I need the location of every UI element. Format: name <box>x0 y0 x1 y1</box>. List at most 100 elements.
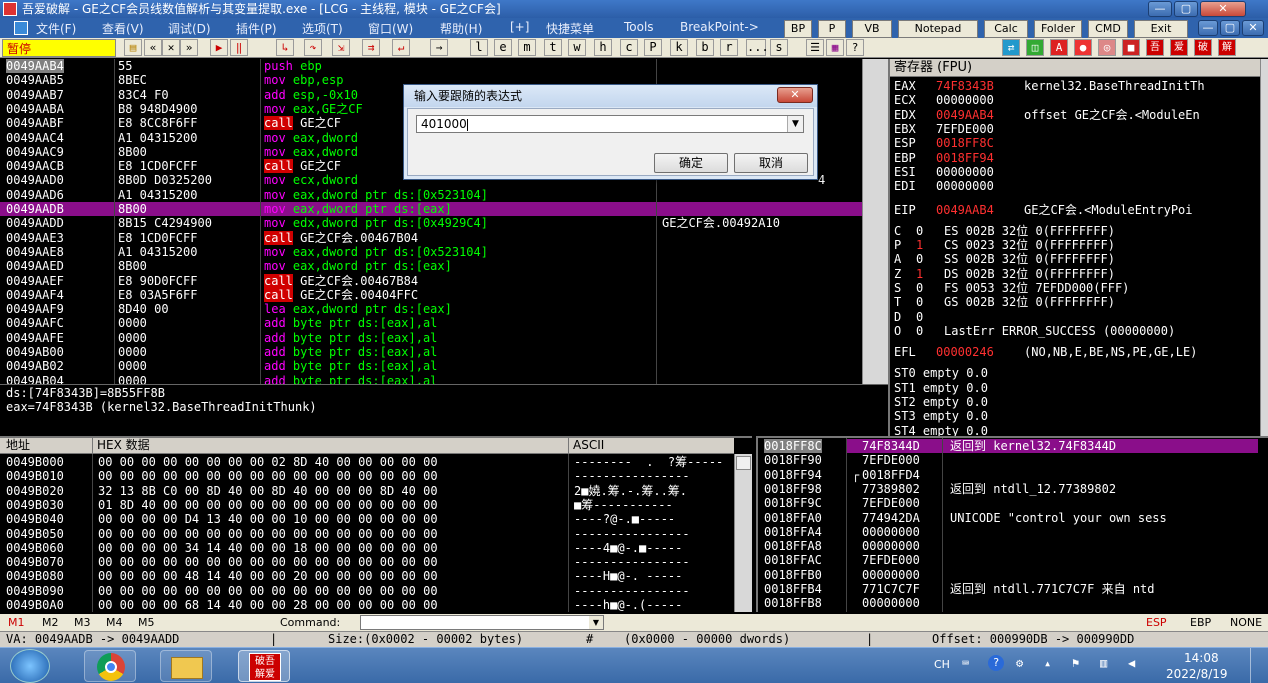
register-row[interactable]: ECX 00000000 <box>894 93 1264 107</box>
flag-row[interactable]: P 1 CS 0023 32位 0(FFFFFFFF) <box>894 238 1264 252</box>
flag-value[interactable]: 0 <box>916 295 923 309</box>
disasm-scrollbar[interactable] <box>862 59 888 384</box>
register-value[interactable]: 74F8343B <box>936 79 994 93</box>
menu-file[interactable]: 文件(F) <box>36 20 76 37</box>
menu-debug[interactable]: 调试(D) <box>168 20 211 37</box>
register-value[interactable]: 00000246 <box>936 345 994 359</box>
menu-help[interactable]: 帮助(H) <box>440 20 482 37</box>
m2-button[interactable]: M2 <box>42 616 59 629</box>
quick-folder-button[interactable]: Folder <box>1034 20 1082 38</box>
window-breakpoints-button[interactable]: b <box>696 39 714 56</box>
disasm-row[interactable]: 0049AAED 8B00 mov eax,dword ptr ds:[eax] <box>0 259 862 273</box>
stack-row[interactable]: 0018FFAC 7EFDE000 <box>758 553 1268 567</box>
disasm-row[interactable]: 0049AAE8 A1 04315200 mov eax,dword ptr ds:… <box>0 245 862 259</box>
disasm-row[interactable]: 0049AADB 8B00 mov eax,dword ptr ds:[eax] <box>0 202 862 217</box>
flag-row[interactable]: O 0 LastErr ERROR_SUCCESS (00000000) <box>894 324 1264 338</box>
window-exe-button[interactable]: e <box>494 39 512 56</box>
target-icon[interactable]: ◎ <box>1098 39 1116 56</box>
cancel-button[interactable]: 取消 <box>734 153 808 173</box>
stack-row[interactable]: 0018FF90 7EFDE000 <box>758 453 1268 467</box>
step-into-icon[interactable]: ↳ <box>276 39 294 56</box>
none-button[interactable]: NONE <box>1230 616 1262 629</box>
menu-shortcut[interactable]: 快捷菜单 <box>546 20 594 37</box>
swap-icon[interactable]: ⇄ <box>1002 39 1020 56</box>
minimize-button[interactable]: — <box>1148 1 1172 17</box>
registers-scrollbar[interactable] <box>1260 59 1268 436</box>
forward-icon[interactable]: » <box>180 39 198 56</box>
stack-row[interactable]: 0018FFA8 00000000 <box>758 539 1268 553</box>
window-patches-button[interactable]: P <box>644 39 662 56</box>
maximize-button[interactable]: ▢ <box>1174 1 1198 17</box>
plugin-a-icon[interactable]: A <box>1050 39 1068 56</box>
quick-bp-button[interactable]: BP <box>784 20 812 38</box>
chrome-taskbar-button[interactable] <box>84 650 136 682</box>
m5-button[interactable]: M5 <box>138 616 155 629</box>
dump-row[interactable]: 0049B010 00 00 00 00 00 00 00 00 00 00 00… <box>0 469 734 483</box>
volume-icon[interactable]: ◀ <box>1128 656 1135 670</box>
ebp-button[interactable]: EBP <box>1190 616 1211 629</box>
show-desktop-button[interactable] <box>1250 648 1268 683</box>
step-over-icon[interactable]: ↷ <box>304 39 322 56</box>
disasm-row[interactable]: 0049AAFC 0000 add byte ptr ds:[eax],al <box>0 316 862 330</box>
menu-plus[interactable]: [+] <box>510 20 529 34</box>
dump-row[interactable]: 0049B070 00 00 00 00 00 00 00 00 00 00 00… <box>0 555 734 569</box>
flag-value[interactable]: 0 <box>916 310 923 324</box>
register-value[interactable]: 00000000 <box>936 93 994 107</box>
menu-tools[interactable]: Tools <box>624 20 654 34</box>
register-row[interactable]: EBP 0018FF94 <box>894 151 1264 165</box>
flag-row[interactable]: D0 <box>894 310 1264 324</box>
window-source-button[interactable]: s <box>770 39 788 56</box>
register-row[interactable]: ESI 00000000 <box>894 165 1264 179</box>
logo-icon[interactable]: 吾 <box>1146 39 1164 56</box>
dump-row[interactable]: 0049B080 00 00 00 00 48 14 40 00 00 20 00… <box>0 569 734 583</box>
menu-breakpoint[interactable]: BreakPoint-> <box>680 20 759 34</box>
dump-row[interactable]: 0049B040 00 00 00 00 D4 13 40 00 00 10 00… <box>0 512 734 526</box>
register-value[interactable]: 7EFDE000 <box>936 122 994 136</box>
disasm-row[interactable]: 0049AADD 8B15 C4294900 mov edx,dword ptr d… <box>0 216 862 230</box>
fpu-register[interactable]: ST4 empty 0.0 <box>894 424 988 436</box>
esp-button[interactable]: ESP <box>1146 616 1167 629</box>
menu-view[interactable]: 查看(V) <box>102 20 144 37</box>
menu-plugins[interactable]: 插件(P) <box>236 20 277 37</box>
register-row[interactable]: EDI 00000000 <box>894 179 1264 193</box>
trace-into-icon[interactable]: ⇲ <box>332 39 350 56</box>
flag-value[interactable]: 0 <box>916 252 923 266</box>
grid-icon[interactable]: ▦ <box>826 39 844 56</box>
register-value[interactable]: 0018FF8C <box>936 136 994 150</box>
flag-value[interactable]: 1 <box>916 267 923 281</box>
logo-icon[interactable]: 解 <box>1218 39 1236 56</box>
flag-row[interactable]: A 0 SS 002B 32位 0(FFFFFFFF) <box>894 252 1264 266</box>
trace-over-icon[interactable]: ⇉ <box>362 39 380 56</box>
flag-row[interactable]: T 0 GS 002B 32位 0(FFFFFFFF) <box>894 295 1264 309</box>
child-close-button[interactable]: ✕ <box>1242 20 1264 36</box>
logo-icon[interactable]: 破 <box>1194 39 1212 56</box>
dump-row[interactable]: 0049B0A0 00 00 00 00 68 14 40 00 00 28 00… <box>0 598 734 612</box>
square-icon[interactable]: ■ <box>1122 39 1140 56</box>
disasm-row[interactable]: 0049AB00 0000 add byte ptr ds:[eax],al <box>0 345 862 359</box>
record-icon[interactable]: ● <box>1074 39 1092 56</box>
goto-icon[interactable]: → <box>430 39 448 56</box>
stack-row[interactable]: 0018FF8C 74F8344D 返回到 kernel32.74F8344D <box>758 439 1268 454</box>
pause-icon[interactable]: ‖ <box>230 39 248 56</box>
register-value[interactable]: 0049AAB4 <box>936 203 994 217</box>
explorer-taskbar-button[interactable] <box>160 650 212 682</box>
command-input[interactable]: ▼ <box>360 615 604 630</box>
dump-row[interactable]: 0049B030 01 8D 40 00 00 00 00 00 00 00 00… <box>0 498 734 512</box>
menu-options[interactable]: 选项(T) <box>302 20 343 37</box>
help-icon[interactable]: ? <box>846 39 864 56</box>
dialog-close-button[interactable]: ✕ <box>777 87 813 103</box>
dump-scrollbar[interactable] <box>734 454 752 612</box>
register-value[interactable]: 00000000 <box>936 179 994 193</box>
stack-row[interactable]: 0018FFB4 771C7C7F 返回到 ntdll.771C7C7F 来自 nt… <box>758 582 1268 596</box>
disasm-row[interactable]: 0049AAFE 0000 add byte ptr ds:[eax],al <box>0 331 862 345</box>
dump-pane[interactable]: 地址 HEX 数据 ASCII 0049B000 00 00 00 00 00 0… <box>0 436 752 612</box>
dump-col-address[interactable]: 地址 <box>0 438 92 454</box>
stack-row[interactable]: 0018FFB0 00000000 <box>758 568 1268 582</box>
run-icon[interactable]: ▶ <box>210 39 228 56</box>
m4-button[interactable]: M4 <box>106 616 123 629</box>
start-button[interactable] <box>10 649 50 683</box>
m3-button[interactable]: M3 <box>74 616 91 629</box>
ime-icon[interactable]: ⌨ <box>962 656 969 670</box>
quick-cmd-button[interactable]: CMD <box>1088 20 1128 38</box>
dump-row[interactable]: 0049B090 00 00 00 00 00 00 00 00 00 00 00… <box>0 584 734 598</box>
